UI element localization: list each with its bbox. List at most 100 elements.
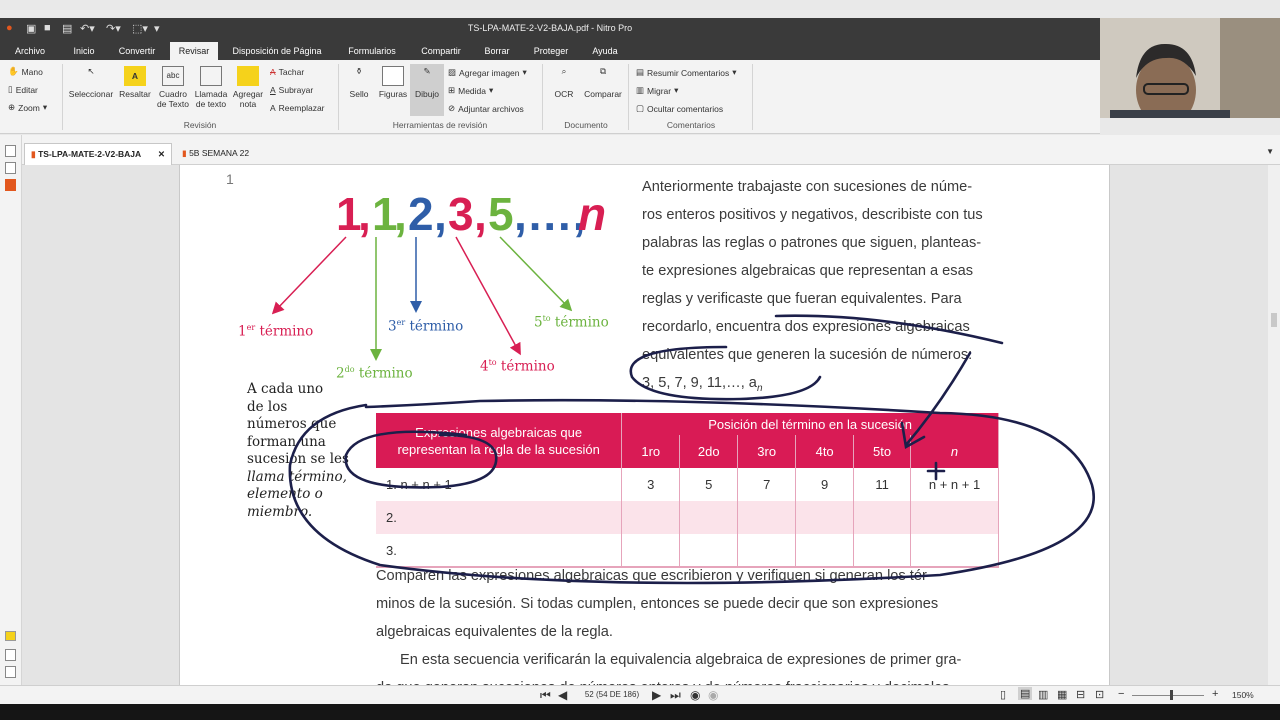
close-tab-icon[interactable]: ✕ (158, 144, 165, 164)
shapes-icon (382, 66, 404, 86)
title-bar: ● ▣ ■ ▤ ↶▾ ↷▾ ⬚▾ ▾ TS-LPA-MATE-2-V2-BAJA… (0, 18, 1280, 60)
attachments-panel-icon[interactable] (5, 179, 16, 191)
comments-panel-icon[interactable] (5, 631, 16, 641)
ocr-button[interactable]: ⌕ OCR (548, 66, 580, 99)
zoom-slider-track[interactable] (1132, 695, 1204, 696)
pdf-file-icon: ▮ (182, 148, 187, 158)
shapes-button[interactable]: Figuras (376, 66, 410, 99)
tab-ayuda[interactable]: Ayuda (582, 42, 628, 60)
compare-icon: ⧉ (599, 66, 607, 76)
left-panel-strip (0, 135, 22, 685)
attach-files-button[interactable]: ⊘ Adjuntar archivos (448, 103, 524, 114)
add-note-button[interactable]: Agregar nota (230, 66, 266, 109)
underline-stroke (774, 314, 1004, 345)
revision-group-label: Revisión (183, 120, 217, 130)
webcam-person-image (1100, 18, 1280, 118)
tab-convertir[interactable]: Convertir (108, 42, 166, 60)
signatures-panel-icon[interactable] (5, 649, 16, 661)
doc-tab-active[interactable]: ▮ TS-LPA-MATE-2-V2-BAJA ✕ (24, 143, 172, 165)
tab-borrar[interactable]: Borrar (474, 42, 520, 60)
summarize-comments-button[interactable]: ▤ Resumir Comentarios ▾ (636, 67, 737, 78)
zoom-icon: ⊕ (8, 102, 16, 112)
scrollbar-thumb[interactable] (1271, 313, 1277, 327)
textbox-button[interactable]: abc Cuadro de Texto (154, 66, 192, 109)
tab-proteger[interactable]: Proteger (524, 42, 578, 60)
tab-inicio[interactable]: Inicio (60, 42, 108, 60)
fit-width-icon[interactable]: ⊟ (1076, 688, 1085, 701)
big-ellipse-stroke (288, 398, 1095, 585)
first-page-icon[interactable]: ⏮ (540, 688, 551, 703)
strikeout-button[interactable]: A Tachar (270, 67, 304, 77)
hide-comments-icon: ▢ (636, 103, 645, 113)
freehand-annotations (288, 314, 1095, 585)
facing-pages-icon[interactable]: ▥ (1038, 688, 1048, 701)
stamp-icon: ⚱ (355, 66, 363, 76)
callout-button[interactable]: Llamada de texto (192, 66, 230, 109)
replace-icon: A (270, 103, 276, 113)
document-viewer[interactable]: 1 1, 1, 2, 3, 5,…, n 1er término 2do término … (22, 165, 1268, 685)
document-tabs-bar: ▮ TS-LPA-MATE-2-V2-BAJA ✕ ▮ 5B SEMANA 22… (0, 135, 1280, 165)
select-button[interactable]: ↖ Seleccionar (66, 66, 116, 99)
hand-icon: ✋ (8, 66, 19, 76)
tab-formularios[interactable]: Formularios (338, 42, 406, 60)
pencil-icon: ✎ (423, 66, 431, 76)
pages-panel-icon[interactable] (5, 145, 16, 157)
note-icon (237, 66, 259, 86)
pdf-file-icon: ▮ (31, 149, 36, 159)
zoom-in-icon[interactable]: + (1212, 688, 1218, 700)
compare-button[interactable]: ⧉ Comparar (582, 66, 624, 99)
row1-circle-stroke (344, 430, 498, 489)
tab-revisar[interactable]: Revisar (170, 42, 218, 60)
webcam-overlay (1100, 18, 1280, 118)
facing-continuous-icon[interactable]: ▦ (1057, 688, 1067, 701)
output-panel-icon[interactable] (5, 666, 16, 678)
measure-icon: ⊞ (448, 85, 456, 95)
underline-icon: A (270, 85, 276, 95)
video-bottom-bar (0, 704, 1280, 720)
last-page-icon[interactable]: ⏭ (670, 688, 681, 703)
textbox-icon: abc (162, 66, 184, 86)
add-image-button[interactable]: ▨ Agregar imagen ▾ (448, 67, 527, 78)
vertical-scrollbar[interactable] (1268, 165, 1280, 685)
highlight-button[interactable]: A Resaltar (116, 66, 154, 99)
pointer-stroke (904, 351, 972, 447)
strikeout-icon: A (270, 67, 276, 77)
bookmarks-panel-icon[interactable] (5, 162, 16, 174)
hand-tool[interactable]: ✋ Mano (8, 66, 43, 77)
tab-compartir[interactable]: Compartir (412, 42, 470, 60)
zoom-out-icon[interactable]: − (1118, 688, 1124, 700)
zoom-tool[interactable]: ⊕ Zoom ▾ (8, 102, 47, 113)
prev-page-icon[interactable]: ◀ (558, 688, 567, 702)
tabs-dropdown-icon[interactable]: ▼ (1266, 147, 1274, 156)
measure-button[interactable]: ⊞ Medida ▾ (448, 85, 493, 96)
page-indicator[interactable]: 52 (54 DE 186) (576, 688, 648, 702)
zoom-level[interactable]: 150% (1232, 690, 1254, 700)
forward-view-icon[interactable]: ◉ (708, 688, 718, 702)
edit-icon: ▯ (8, 84, 13, 94)
pdf-page: 1 1, 1, 2, 3, 5,…, n 1er término 2do término … (179, 165, 1110, 685)
back-view-icon[interactable]: ◉ (690, 688, 700, 702)
nitro-pro-window: ● ▣ ■ ▤ ↶▾ ↷▾ ⬚▾ ▾ TS-LPA-MATE-2-V2-BAJA… (0, 0, 1280, 720)
drawing-button[interactable]: ✎ Dibujo (410, 64, 444, 116)
next-page-icon[interactable]: ▶ (652, 688, 661, 702)
status-bar: ⏮ ◀ 52 (54 DE 186) ▶ ⏭ ◉ ◉ ▯ ▤ ▥ ▦ ⊟ ⊡ −… (0, 685, 1280, 704)
zoom-slider-thumb[interactable] (1170, 690, 1173, 700)
migrate-button[interactable]: ▥ Migrar ▾ (636, 85, 678, 96)
edit-tool[interactable]: ▯ Editar (8, 84, 38, 95)
document-group-label: Documento (564, 120, 608, 130)
ocr-icon: ⌕ (561, 66, 567, 76)
replace-button[interactable]: A Reemplazar (270, 103, 325, 113)
callout-icon (200, 66, 222, 86)
single-page-icon[interactable]: ▯ (1000, 688, 1006, 701)
tab-archivo[interactable]: Archivo (0, 42, 60, 60)
underline-button[interactable]: A Subrayar (270, 85, 313, 95)
stamp-button[interactable]: ⚱ Sello (344, 66, 374, 99)
review-tools-group-label: Herramientas de revisión (392, 120, 488, 130)
hide-comments-button[interactable]: ▢ Ocultar comentarios (636, 103, 723, 114)
doc-tab-second[interactable]: ▮ 5B SEMANA 22 (176, 143, 276, 165)
fullscreen-icon[interactable]: ⊡ (1095, 688, 1104, 701)
continuous-page-icon[interactable]: ▤ (1018, 687, 1033, 700)
tab-disposicion[interactable]: Disposición de Página (222, 42, 332, 60)
migrate-icon: ▥ (636, 85, 645, 95)
pen-cursor-icon (926, 461, 946, 481)
